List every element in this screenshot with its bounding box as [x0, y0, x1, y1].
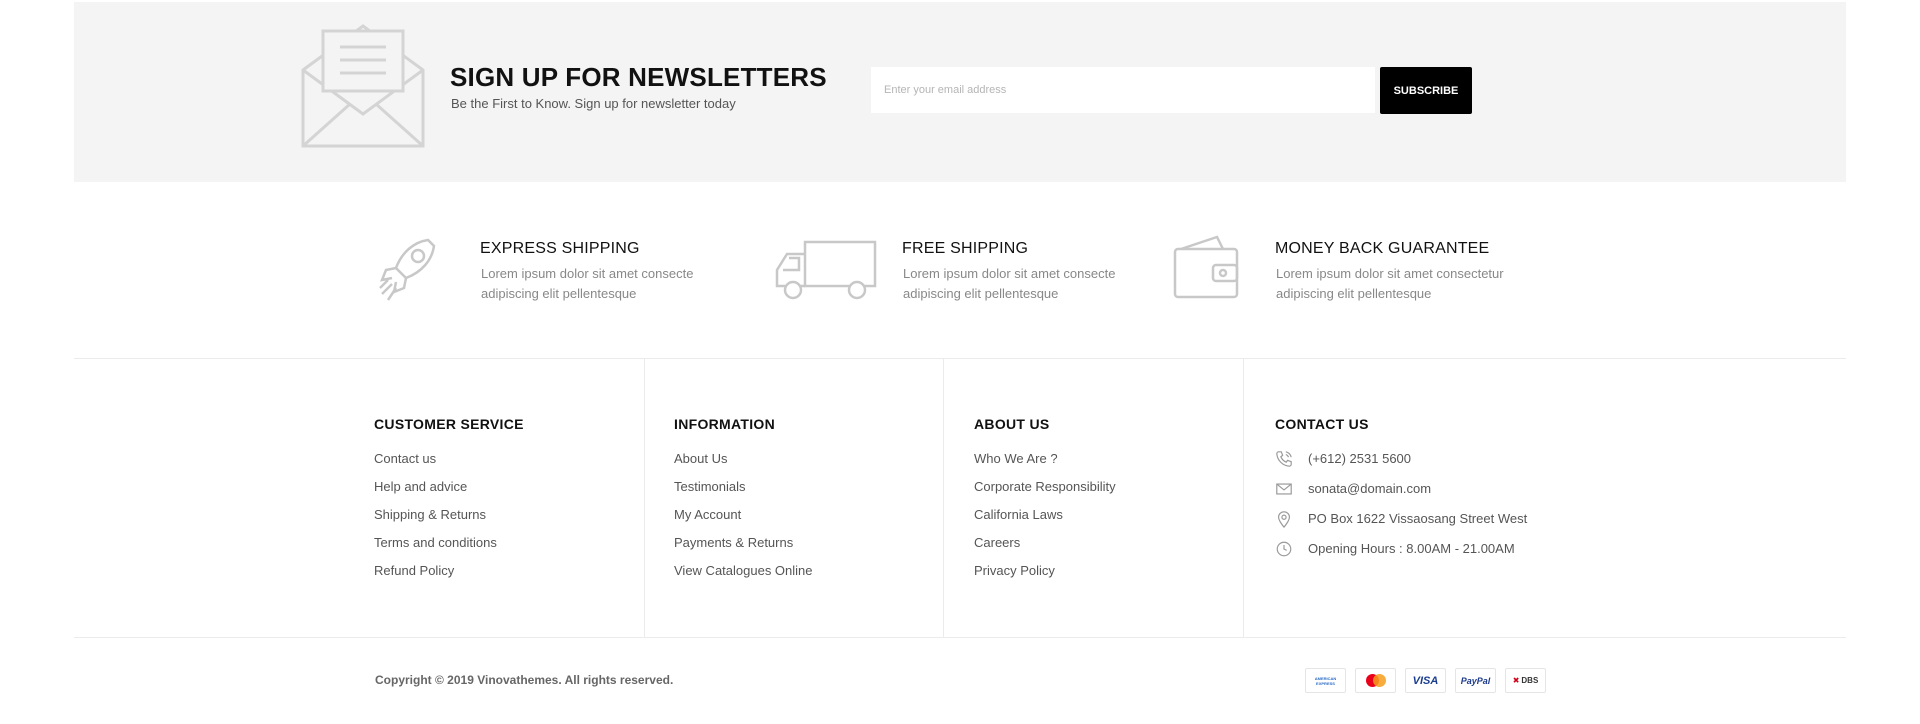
rocket-icon: [379, 238, 436, 301]
mail-icon: [1276, 483, 1292, 495]
payment-label: PayPal: [1460, 675, 1491, 686]
divider: [74, 637, 1846, 638]
footer-link[interactable]: Contact us: [374, 451, 524, 479]
contact-text: PO Box 1622 Vissaosang Street West: [1308, 511, 1528, 526]
clock-icon: [1276, 541, 1292, 557]
contact-address: PO Box 1622 Vissaosang Street West: [1275, 511, 1527, 541]
footer-link[interactable]: California Laws: [974, 507, 1116, 535]
contact-email: sonata@domain.com: [1275, 481, 1527, 511]
feature-title: FREE SHIPPING: [902, 240, 1029, 257]
footer-link[interactable]: Payments & Returns: [674, 535, 813, 563]
feature-desc: Lorem ipsum dolor sit amet consecte adip…: [481, 266, 694, 301]
newsletter-title: SIGN UP FOR NEWSLETTERS: [450, 62, 827, 92]
feature-desc: Lorem ipsum dolor sit amet consectetur a…: [1276, 266, 1504, 301]
dbs-icon: ✖ DBS: [1505, 668, 1546, 693]
footer-link[interactable]: Corporate Responsibility: [974, 479, 1116, 507]
contact-phone: (+612) 2531 5600: [1275, 451, 1527, 481]
column-divider: [943, 358, 944, 637]
footer-link[interactable]: Privacy Policy: [974, 563, 1116, 591]
divider: [74, 358, 1846, 359]
contact-hours: Opening Hours : 8.00AM - 21.00AM: [1275, 541, 1527, 571]
feature-title: EXPRESS SHIPPING: [480, 240, 640, 257]
footer-link[interactable]: Terms and conditions: [374, 535, 524, 563]
newsletter-subtitle: Be the First to Know. Sign up for newsle…: [451, 96, 736, 111]
footer-link[interactable]: Help and advice: [374, 479, 524, 507]
footer-link[interactable]: Refund Policy: [374, 563, 524, 591]
column-divider: [1243, 358, 1244, 637]
footer-link[interactable]: Shipping & Returns: [374, 507, 524, 535]
amex-icon: AMERICAN EXPRESS: [1305, 668, 1346, 693]
visa-icon: VISA: [1405, 668, 1446, 693]
column-title: ABOUT US: [974, 416, 1050, 432]
footer-col-about-us: ABOUT US Who We Are ? Corporate Responsi…: [974, 416, 1116, 591]
email-input[interactable]: [871, 67, 1375, 113]
phone-icon: [1276, 451, 1292, 467]
mastercard-icon: [1355, 668, 1396, 693]
payment-label: AMERICAN EXPRESS: [1314, 675, 1337, 686]
footer-col-contact: CONTACT US (+612) 2531 5600 sonata@domai…: [1275, 416, 1527, 571]
envelope-open-icon: [301, 24, 425, 148]
footer-col-information: INFORMATION About Us Testimonials My Acc…: [674, 416, 813, 591]
footer-link[interactable]: Careers: [974, 535, 1116, 563]
paypal-icon: PayPal: [1455, 668, 1496, 693]
column-title: INFORMATION: [674, 416, 776, 432]
footer-link[interactable]: Who We Are ?: [974, 451, 1116, 479]
copyright: Copyright © 2019 Vinovathemes. All right…: [375, 673, 674, 687]
map-pin-icon: [1278, 511, 1290, 528]
payment-label: DBS: [1521, 676, 1539, 685]
subscribe-button[interactable]: SUBSCRIBE: [1380, 67, 1472, 114]
payment-label: VISA: [1412, 674, 1439, 687]
footer-link[interactable]: Testimonials: [674, 479, 813, 507]
footer-link[interactable]: View Catalogues Online: [674, 563, 813, 591]
footer-link[interactable]: About Us: [674, 451, 813, 479]
column-divider: [644, 358, 645, 637]
column-title: CONTACT US: [1275, 416, 1369, 432]
feature-title: MONEY BACK GUARANTEE: [1275, 240, 1490, 257]
payment-methods: AMERICAN EXPRESS VISA PayPal ✖ DBS: [1305, 668, 1546, 693]
mastercard-logo: [1365, 674, 1386, 687]
contact-text[interactable]: sonata@domain.com: [1308, 481, 1431, 497]
dbs-mark: ✖: [1512, 676, 1520, 685]
truck-icon: [775, 240, 877, 300]
footer-link[interactable]: My Account: [674, 507, 813, 535]
wallet-icon: [1173, 235, 1239, 299]
contact-text: Opening Hours : 8.00AM - 21.00AM: [1308, 541, 1515, 556]
feature-desc: Lorem ipsum dolor sit amet consecte adip…: [903, 266, 1116, 301]
column-title: CUSTOMER SERVICE: [374, 416, 524, 432]
footer-col-customer-service: CUSTOMER SERVICE Contact us Help and adv…: [374, 416, 524, 591]
contact-text: (+612) 2531 5600: [1308, 451, 1412, 466]
